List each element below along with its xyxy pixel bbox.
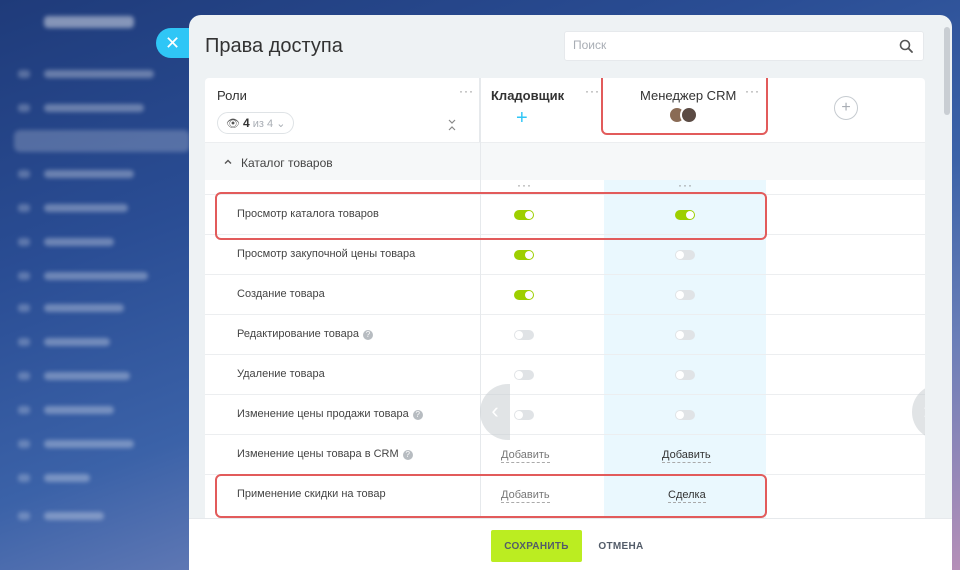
toggle-switch[interactable] <box>675 330 695 340</box>
help-icon[interactable]: ? <box>362 330 373 340</box>
permission-label-text: Изменение цены товара в CRM <box>237 448 399 460</box>
chevron-down-icon: ⌄ <box>276 118 286 130</box>
permission-label-text: Изменение цены продажи товара <box>237 408 409 420</box>
highlight-discount-row <box>215 474 767 518</box>
toggle-switch[interactable] <box>675 370 695 380</box>
page-title: Права доступа <box>205 35 343 57</box>
eye-icon: 👁 <box>226 118 240 130</box>
highlight-view-catalog-row <box>215 192 767 240</box>
help-icon[interactable]: ? <box>402 450 413 460</box>
search-box <box>564 31 924 61</box>
permission-label: Просмотр закупочной цены товара <box>237 248 416 260</box>
permission-label: Изменение цены продажи товара? <box>237 408 423 420</box>
roles-title: Роли <box>217 88 247 103</box>
collapse-expand-icon[interactable] <box>447 118 457 132</box>
save-button[interactable]: СОХРАНИТЬ <box>491 530 582 562</box>
toggle-switch[interactable] <box>514 410 534 420</box>
toggle-switch[interactable] <box>675 410 695 420</box>
roles-more-icon[interactable]: ··· <box>459 85 474 97</box>
permission-label: Редактирование товара? <box>237 328 373 340</box>
toggle-switch[interactable] <box>514 370 534 380</box>
add-role-button[interactable]: + <box>834 96 858 120</box>
close-icon: ✕ <box>165 33 181 53</box>
add-link[interactable]: Добавить <box>501 449 550 463</box>
storekeeper-column-more-icon[interactable]: ··· <box>517 179 532 191</box>
footer-bar: СОХРАНИТЬ ОТМЕНА <box>189 518 952 570</box>
cancel-button[interactable]: ОТМЕНА <box>591 530 651 562</box>
column-header-storekeeper: Кладовщик ··· + <box>481 78 604 142</box>
toggle-switch[interactable] <box>514 290 534 300</box>
permission-label-text: Редактирование товара <box>237 328 359 340</box>
permission-label: Создание товара <box>237 288 325 300</box>
permission-label: Удаление товара <box>237 368 325 380</box>
toggle-switch[interactable] <box>514 330 534 340</box>
add-employee-icon[interactable]: + <box>516 108 528 128</box>
help-icon[interactable]: ? <box>412 410 423 420</box>
column-title-storekeeper: Кладовщик <box>491 88 565 103</box>
chevron-up-icon[interactable] <box>223 157 233 167</box>
roles-visibility-selector[interactable]: 👁 4 из 4 ⌄ <box>217 112 295 134</box>
chevron-right-icon: › <box>923 398 925 423</box>
roles-visible-count: 4 <box>243 116 250 130</box>
section-title: Каталог товаров <box>241 156 333 170</box>
highlight-crm-header <box>601 78 768 135</box>
plus-icon: + <box>841 99 851 116</box>
chevron-left-icon: ‹ <box>491 398 499 423</box>
toggle-switch[interactable] <box>675 290 695 300</box>
section-catalog[interactable]: Каталог товаров <box>205 142 925 180</box>
scrollbar[interactable] <box>944 27 950 115</box>
permission-label: Изменение цены товара в CRM? <box>237 448 413 460</box>
roles-total: из 4 <box>252 118 274 130</box>
toggle-switch[interactable] <box>675 250 695 260</box>
table-row: Редактирование товара? <box>205 314 925 354</box>
toggle-switch[interactable] <box>514 250 534 260</box>
table-row: Просмотр закупочной цены товара <box>205 234 925 274</box>
table-row: Изменение цены товара в CRM? Добавить До… <box>205 434 925 474</box>
access-rights-panel: Права доступа Роли ··· 👁 4 из 4 ⌄ <box>189 15 952 570</box>
crm-column-more-icon[interactable]: ··· <box>678 179 693 191</box>
table-row: Создание товара <box>205 274 925 314</box>
table-row: Изменение цены продажи товара? <box>205 394 925 434</box>
storekeeper-more-icon[interactable]: ··· <box>585 85 600 97</box>
search-input[interactable] <box>573 38 893 52</box>
roles-header: Роли ··· 👁 4 из 4 ⌄ <box>205 78 480 142</box>
table-row: Удаление товара <box>205 354 925 394</box>
permissions-table: Роли ··· 👁 4 из 4 ⌄ Кладовщик ··· + Мене… <box>205 78 925 518</box>
search-icon[interactable] <box>899 39 913 53</box>
add-link[interactable]: Добавить <box>662 449 711 463</box>
background-sidebar <box>0 0 190 570</box>
column-divider <box>480 78 481 518</box>
